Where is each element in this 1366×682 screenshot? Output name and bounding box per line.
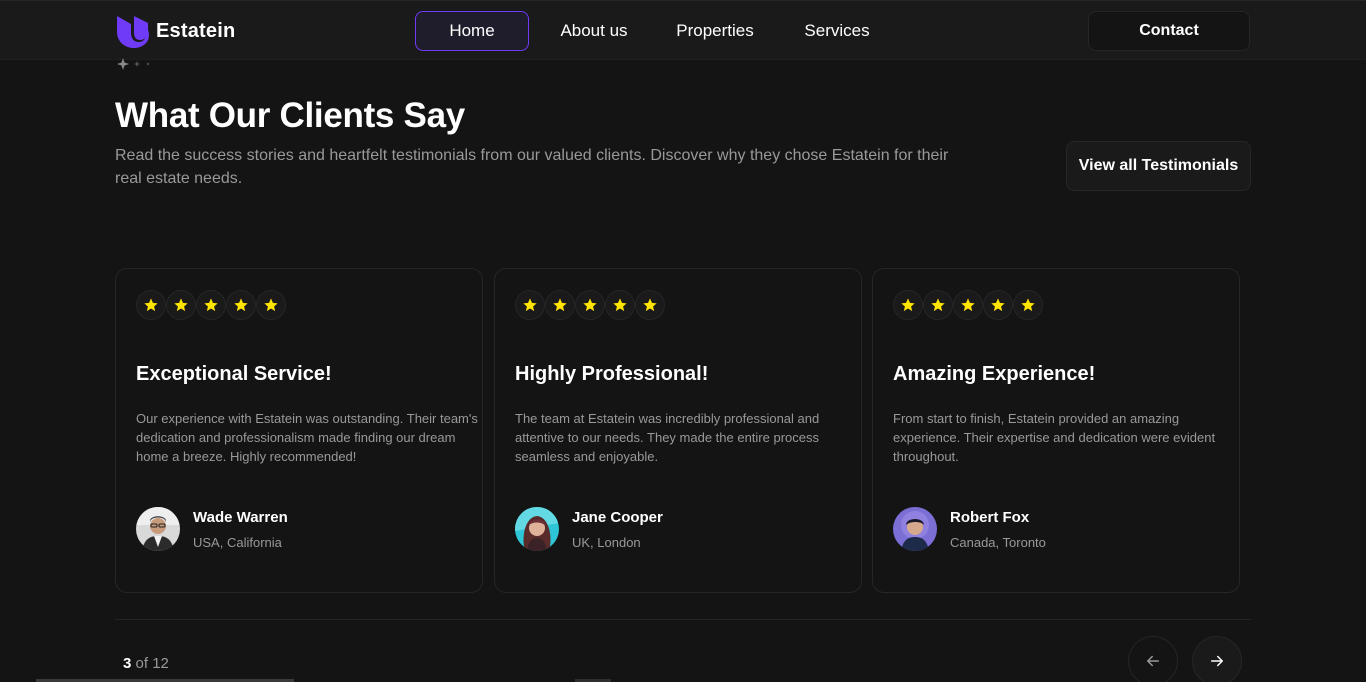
author-name: Robert Fox <box>950 509 1030 526</box>
nav-about-us[interactable]: About us <box>529 11 659 51</box>
star-icon <box>256 290 286 320</box>
author-location: USA, California <box>193 535 282 550</box>
star-icon <box>226 290 256 320</box>
star-icon <box>1013 290 1043 320</box>
avatar <box>136 507 180 551</box>
nav-links: Home About us Properties Services <box>415 11 903 51</box>
navbar: Estatein Home About us Properties Servic… <box>0 0 1366 60</box>
sparkle-icon <box>117 58 150 70</box>
author-location: UK, London <box>572 535 641 550</box>
logo[interactable]: Estatein <box>115 14 235 49</box>
next-button[interactable] <box>1192 636 1242 682</box>
star-icon <box>893 290 923 320</box>
avatar <box>893 507 937 551</box>
arrow-left-icon <box>1147 655 1159 667</box>
logo-icon <box>117 16 149 48</box>
avatar <box>515 507 559 551</box>
author-name: Jane Cooper <box>572 509 663 526</box>
star-icon <box>515 290 545 320</box>
star-rating <box>136 290 286 320</box>
section-subtitle: Read the success stories and heartfelt t… <box>115 147 949 187</box>
nav-properties[interactable]: Properties <box>659 11 771 51</box>
star-icon <box>953 290 983 320</box>
star-icon <box>166 290 196 320</box>
star-icon <box>635 290 665 320</box>
star-icon <box>136 290 166 320</box>
section-title: What Our Clients Say <box>115 96 465 135</box>
pagination-counter: 3 of 12 <box>123 655 169 672</box>
nav-home[interactable]: Home <box>415 11 529 51</box>
testimonial-card: Exceptional Service! Our experience with… <box>115 268 483 593</box>
author-location: Canada, Toronto <box>950 535 1046 550</box>
arrow-right-icon <box>1211 655 1223 667</box>
brand-name: Estatein <box>156 20 236 42</box>
testimonial-card: Highly Professional! The team at Estatei… <box>494 268 862 593</box>
testimonial-body: From start to finish, Estatein provided … <box>893 411 1216 464</box>
total-pages: of 12 <box>131 655 169 672</box>
author-name: Wade Warren <box>193 509 288 526</box>
star-icon <box>196 290 226 320</box>
testimonial-card: Amazing Experience! From start to finish… <box>872 268 1240 593</box>
testimonial-title: Amazing Experience! <box>893 363 1096 385</box>
testimonial-title: Highly Professional! <box>515 363 709 385</box>
star-icon <box>923 290 953 320</box>
testimonial-title: Exceptional Service! <box>136 363 332 385</box>
star-rating <box>515 290 665 320</box>
star-icon <box>605 290 635 320</box>
view-all-testimonials-button[interactable]: View all Testimonials <box>1066 141 1251 191</box>
star-rating <box>893 290 1043 320</box>
testimonial-body: Our experience with Estatein was outstan… <box>136 411 478 464</box>
previous-button[interactable] <box>1128 636 1178 682</box>
star-icon <box>983 290 1013 320</box>
star-icon <box>575 290 605 320</box>
divider <box>115 619 1251 620</box>
testimonial-body: The team at Estatein was incredibly prof… <box>515 411 820 464</box>
nav-services[interactable]: Services <box>771 11 903 51</box>
star-icon <box>545 290 575 320</box>
contact-button[interactable]: Contact <box>1088 11 1250 51</box>
